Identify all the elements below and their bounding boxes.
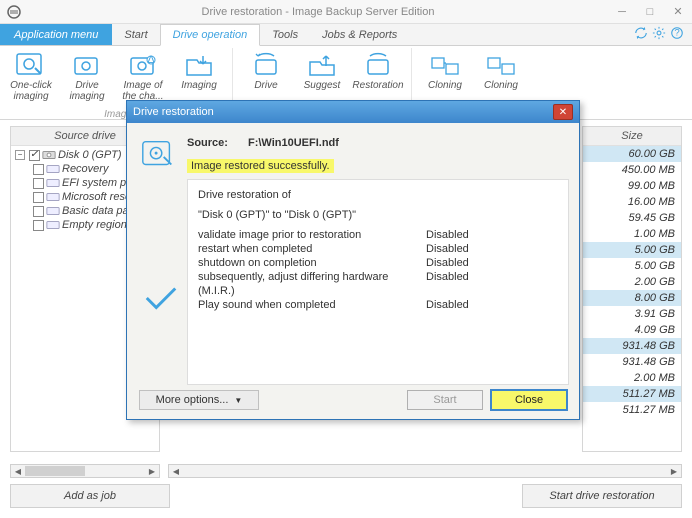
settings-gear-icon[interactable] [652, 26, 666, 43]
cloning-icon [485, 50, 517, 80]
drive-restoration-dialog: Drive restoration ✕ Source: F:\Win10UEFI… [126, 100, 580, 420]
success-check-icon [142, 278, 174, 302]
dialog-titlebar[interactable]: Drive restoration ✕ [127, 101, 579, 123]
svg-text:?: ? [674, 28, 679, 39]
details-subheading: "Disk 0 (GPT)" to "Disk 0 (GPT)" [198, 208, 558, 222]
chevron-down-icon: ▼ [234, 396, 242, 405]
close-window-button[interactable]: ✕ [664, 0, 692, 24]
details-heading: Drive restoration of [198, 188, 558, 202]
tab-jobs-reports[interactable]: Jobs & Reports [310, 24, 409, 45]
start-drive-restoration-button[interactable]: Start drive restoration [522, 484, 682, 508]
dialog-close-confirm-button[interactable]: Close [491, 390, 567, 410]
window-titlebar: Drive restoration - Image Backup Server … [0, 0, 692, 24]
size-row: 450.00 MB [583, 162, 681, 178]
status-row: shutdown on completionDisabled [198, 256, 558, 270]
status-row: validate image prior to restorationDisab… [198, 228, 558, 242]
application-menu-button[interactable]: Application menu [0, 24, 112, 45]
checkbox[interactable] [33, 220, 44, 231]
svg-text:Δ: Δ [147, 54, 155, 66]
folder-up-icon [306, 50, 338, 80]
drive-image-icon [139, 135, 177, 178]
size-row: 4.09 GB [583, 322, 681, 338]
sync-icon[interactable] [634, 26, 648, 43]
size-row: 5.00 GB [583, 242, 681, 258]
scroll-left-icon[interactable]: ◀ [11, 465, 25, 477]
status-row: subsequently, adjust differing hardware … [198, 270, 558, 298]
tab-drive-operation[interactable]: Drive operation [160, 24, 261, 46]
size-row: 511.27 MB [583, 386, 681, 402]
disk-icon [42, 149, 56, 161]
size-row: 511.27 MB [583, 402, 681, 418]
size-row: 2.00 MB [583, 370, 681, 386]
checkbox[interactable] [33, 164, 44, 175]
size-row: 16.00 MB [583, 194, 681, 210]
size-list: 60.00 GB450.00 MB99.00 MB16.00 MB59.45 G… [583, 146, 681, 451]
one-click-imaging-button[interactable]: One-click imaging [4, 48, 58, 118]
drive-restore-icon [362, 50, 394, 80]
source-value: F:\Win10UEFI.ndf [248, 137, 339, 149]
status-row: restart when completedDisabled [198, 242, 558, 256]
success-message: Image restored successfully. [187, 159, 334, 173]
more-options-button[interactable]: More options... ▼ [139, 390, 259, 410]
scroll-right-icon[interactable]: ▶ [667, 465, 681, 477]
restoration-details: Drive restoration of "Disk 0 (GPT)" to "… [187, 179, 569, 385]
maximize-button[interactable]: □ [636, 0, 664, 24]
checkbox[interactable] [33, 192, 44, 203]
status-row: Play sound when completedDisabled [198, 298, 558, 312]
size-row: 3.91 GB [583, 306, 681, 322]
size-row: 8.00 GB [583, 290, 681, 306]
drive-restore-icon [250, 50, 282, 80]
app-icon [6, 4, 22, 20]
scroll-right-icon[interactable]: ▶ [145, 465, 159, 477]
partition-icon [46, 163, 60, 175]
minimize-button[interactable]: ─ [608, 0, 636, 24]
add-as-job-button[interactable]: Add as job [10, 484, 170, 508]
size-row: 59.45 GB [583, 210, 681, 226]
checkbox[interactable] [29, 150, 40, 161]
window-title: Drive restoration - Image Backup Server … [28, 6, 608, 18]
left-scrollbar[interactable]: ◀ ▶ [10, 464, 160, 478]
disk-icon [15, 50, 47, 80]
checkbox[interactable] [33, 178, 44, 189]
tree-collapse-icon[interactable]: − [15, 150, 25, 160]
partition-icon [46, 205, 60, 217]
size-row: 2.00 GB [583, 274, 681, 290]
folder-arrow-icon [183, 50, 215, 80]
size-row: 5.00 GB [583, 258, 681, 274]
cloning-icon [429, 50, 461, 80]
mid-scrollbar[interactable]: ◀ ▶ [168, 464, 682, 478]
dialog-start-button: Start [407, 390, 483, 410]
dialog-title: Drive restoration [133, 106, 214, 118]
drive-imaging-button[interactable]: Drive imaging [60, 48, 114, 118]
source-label: Source: [187, 137, 228, 149]
help-icon[interactable]: ? [670, 26, 684, 43]
partition-icon [46, 177, 60, 189]
tab-start[interactable]: Start [112, 24, 159, 45]
disk-delta-icon: Δ [127, 50, 159, 80]
size-row: 60.00 GB [583, 146, 681, 162]
size-header: Size [583, 127, 681, 146]
scroll-left-icon[interactable]: ◀ [169, 465, 183, 477]
size-panel: Size 60.00 GB450.00 MB99.00 MB16.00 MB59… [582, 126, 682, 452]
ribbon-tab-strip: Application menu Start Drive operation T… [0, 24, 692, 46]
disk-icon [71, 50, 103, 80]
size-row: 99.00 MB [583, 178, 681, 194]
size-row: 1.00 MB [583, 226, 681, 242]
tab-tools[interactable]: Tools [260, 24, 310, 45]
size-row: 931.48 GB [583, 338, 681, 354]
checkbox[interactable] [33, 206, 44, 217]
partition-icon [46, 219, 60, 231]
partition-icon [46, 191, 60, 203]
dialog-close-button[interactable]: ✕ [553, 104, 573, 120]
size-row: 931.48 GB [583, 354, 681, 370]
